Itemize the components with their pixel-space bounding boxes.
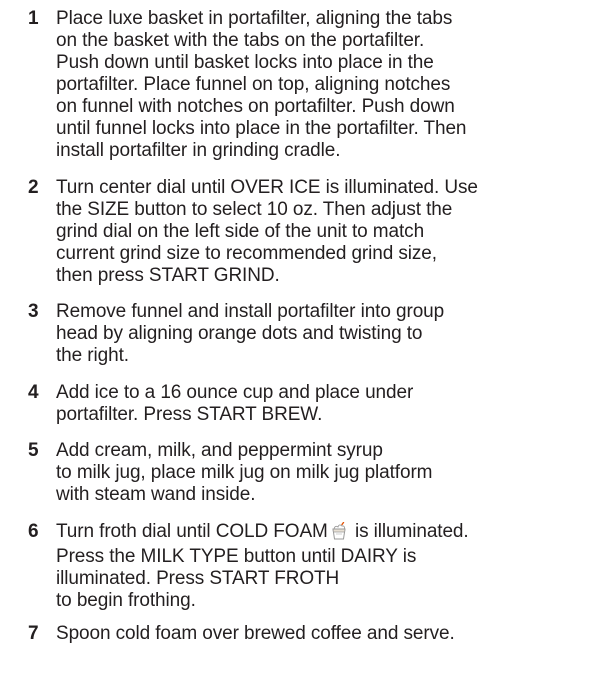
- cold-foam-cup-icon: [331, 521, 348, 546]
- step-line: then press START GRIND.: [56, 265, 280, 286]
- step-number: 4: [28, 382, 39, 403]
- step-line: on funnel with notches on portafilter. P…: [56, 96, 455, 117]
- step-line: Add cream, milk, and peppermint syrup: [56, 440, 383, 461]
- step-1: 1 Place luxe basket in portafilter, alig…: [28, 8, 588, 162]
- step-line: until funnel locks into place in the por…: [56, 118, 467, 139]
- step-text: Spoon cold foam over brewed coffee and s…: [56, 623, 588, 645]
- step-line: the SIZE button to select 10 oz. Then ad…: [56, 199, 453, 220]
- step-line: Turn froth dial until COLD FOAM is illum…: [56, 521, 588, 546]
- step-line: Turn center dial until OVER ICE is illum…: [56, 177, 478, 198]
- step-number: 5: [28, 440, 39, 461]
- step-line: grind dial on the left side of the unit …: [56, 221, 425, 242]
- step-number: 7: [28, 623, 39, 644]
- step-line-after-icon: is illuminated.: [354, 521, 469, 542]
- step-line: portafilter. Press START BREW.: [56, 404, 323, 425]
- step-line: the right.: [56, 345, 129, 366]
- step-5: 5 Add cream, milk, and peppermint syrup …: [28, 440, 588, 506]
- step-text: Turn center dial until OVER ICE is illum…: [56, 177, 588, 287]
- step-line: Spoon cold foam over brewed coffee and s…: [56, 623, 455, 644]
- step-line: on the basket with the tabs on the porta…: [56, 30, 425, 51]
- step-line: to begin frothing.: [56, 590, 196, 611]
- step-line-before-icon: Turn froth dial until COLD FOAM: [56, 521, 328, 542]
- step-text: Turn froth dial until COLD FOAM is illum…: [56, 521, 588, 612]
- step-6: 6 Turn froth dial until COLD FOAM is ill…: [28, 521, 588, 612]
- step-number: 3: [28, 301, 39, 322]
- step-line: with steam wand inside.: [56, 484, 256, 505]
- step-text: Add ice to a 16 ounce cup and place unde…: [56, 382, 588, 426]
- step-number: 1: [28, 8, 39, 29]
- step-line: head by aligning orange dots and twistin…: [56, 323, 423, 344]
- step-7: 7 Spoon cold foam over brewed coffee and…: [28, 623, 588, 645]
- step-line: Remove funnel and install portafilter in…: [56, 301, 445, 322]
- step-number: 6: [28, 521, 39, 542]
- step-text: Place luxe basket in portafilter, aligni…: [56, 8, 588, 162]
- step-line: Add ice to a 16 ounce cup and place unde…: [56, 382, 414, 403]
- step-text: Add cream, milk, and peppermint syrup to…: [56, 440, 588, 506]
- step-text: Remove funnel and install portafilter in…: [56, 301, 588, 367]
- step-line: install portafilter in grinding cradle.: [56, 140, 341, 161]
- step-line: Push down until basket locks into place …: [56, 52, 434, 73]
- step-line: Press the MILK TYPE button until DAIRY i…: [56, 546, 417, 567]
- step-2: 2 Turn center dial until OVER ICE is ill…: [28, 177, 588, 287]
- step-line: current grind size to recommended grind …: [56, 243, 437, 264]
- recipe-steps: 1 Place luxe basket in portafilter, alig…: [0, 0, 599, 692]
- step-4: 4 Add ice to a 16 ounce cup and place un…: [28, 382, 588, 426]
- step-line: Place luxe basket in portafilter, aligni…: [56, 8, 453, 29]
- step-number: 2: [28, 177, 39, 198]
- step-line: illuminated. Press START FROTH: [56, 568, 340, 589]
- step-line: portafilter. Place funnel on top, aligni…: [56, 74, 451, 95]
- step-3: 3 Remove funnel and install portafilter …: [28, 301, 588, 367]
- step-line: to milk jug, place milk jug on milk jug …: [56, 462, 433, 483]
